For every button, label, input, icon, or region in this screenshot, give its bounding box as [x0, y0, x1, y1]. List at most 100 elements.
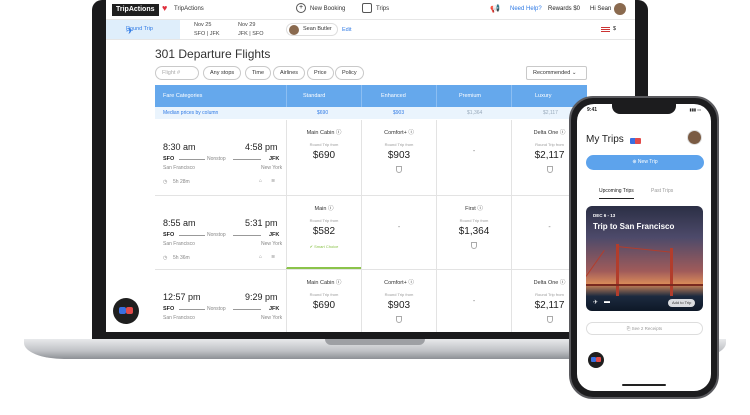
return-date[interactable]: Nov 29	[238, 22, 255, 28]
signal-battery-icon: ▮▮▮ ▭	[689, 107, 702, 112]
flight-number-search[interactable]: Flight #	[155, 66, 199, 80]
chat-icon-accent	[126, 307, 133, 314]
column-enhanced[interactable]: Enhanced	[381, 93, 406, 99]
median-price-standard: $690	[317, 110, 329, 116]
fare-price: $690	[312, 150, 336, 161]
fare-cell-premium: -	[436, 120, 511, 195]
traveler-avatar	[289, 25, 299, 35]
arrive-time: 9:29 pm	[245, 292, 278, 302]
new-booking-link[interactable]: New Booking	[310, 6, 345, 12]
us-flag-icon[interactable]	[601, 27, 610, 33]
user-greeting[interactable]: Hi Sean	[590, 6, 611, 12]
see-receipts-button[interactable]: ⎘ See 2 Receipts	[586, 322, 703, 335]
policy-filter[interactable]: Policy	[335, 66, 364, 80]
fare-price: $690	[312, 300, 336, 311]
fare-categories-label: Fare Categories	[163, 93, 203, 99]
duration: 5h 36m	[173, 255, 190, 261]
fare-cell-standard[interactable]: Main Cabin ⓘ Round Trip from $690	[286, 120, 361, 195]
round-trip-from: Round Trip from	[309, 292, 339, 297]
fare-cell-standard[interactable]: Main ⓘ Round Trip from $582 ✔ Smart Choi…	[286, 196, 361, 269]
add-to-trip-button[interactable]: Add to Trip	[668, 299, 696, 307]
destination-city: New York	[261, 241, 283, 247]
arrive-time: 4:58 pm	[245, 142, 278, 152]
divider	[286, 85, 287, 107]
round-trip-toggle[interactable]: ✈ Round Trip	[106, 20, 180, 39]
chat-button[interactable]	[113, 298, 139, 324]
fare-price: $582	[312, 226, 336, 237]
currency-select[interactable]: $	[613, 26, 616, 32]
megaphone-icon[interactable]: 📢	[490, 4, 500, 13]
fare-cell-premium[interactable]: First ⓘ Round Trip from $1,364	[436, 196, 511, 269]
cabin-name: Comfort+ ⓘ	[384, 130, 414, 136]
airlines-filter[interactable]: Airlines	[273, 66, 306, 80]
flight-row[interactable]: 8:30 am 4:58 pm SFO Nonstop JFK San Fran…	[155, 120, 587, 196]
column-luxury[interactable]: Luxury	[535, 93, 552, 99]
flight-row[interactable]: 8:55 am 5:31 pm SFO Nonstop JFK San Fran…	[155, 196, 587, 270]
round-trip-from: Round Trip from	[309, 218, 339, 223]
tab-past-trips[interactable]: Past Trips	[651, 188, 673, 194]
flight-row[interactable]: 12:57 pm 9:29 pm SFO Nonstop JFK San Fra…	[155, 270, 587, 332]
outbound-date[interactable]: Nov 25	[194, 22, 211, 28]
return-route[interactable]: JFK | SFO	[238, 31, 264, 37]
price-filter[interactable]: Price	[307, 66, 334, 80]
bridge-deck	[586, 284, 703, 286]
route-line	[179, 159, 205, 160]
airplane-icon: ✈	[593, 300, 599, 306]
round-trip-from: Round Trip from	[384, 292, 414, 297]
rewards-balance[interactable]: Rewards $0	[548, 6, 580, 12]
trip-title: Trip to San Francisco	[593, 222, 675, 231]
arrive-time: 5:31 pm	[245, 218, 278, 228]
bridge-tower	[670, 248, 673, 296]
bed-icon: ▬	[604, 299, 610, 305]
new-trip-button[interactable]: ⊕ New Trip	[586, 155, 704, 170]
bridge-cable	[586, 250, 605, 277]
chat-icon-accent	[596, 357, 601, 362]
home-indicator	[622, 384, 666, 386]
help-link[interactable]: Need Help?	[510, 6, 542, 12]
stops-filter[interactable]: Any stops	[203, 66, 242, 80]
brand-mark-red	[635, 138, 641, 144]
column-premium[interactable]: Premium	[459, 93, 481, 99]
clock-icon: ◷	[163, 255, 168, 261]
wifi-icon: ≋	[271, 178, 276, 184]
trip-card[interactable]: DEC 6 - 13 Trip to San Francisco ✈ ▬ Add…	[586, 206, 703, 311]
duration: 5h 28m	[173, 179, 190, 185]
top-nav: TripActions ♥ TripActions + New Booking …	[106, 0, 635, 20]
time-filter[interactable]: Time	[245, 66, 272, 80]
outbound-route[interactable]: SFO | JFK	[194, 31, 220, 37]
bridge-tower	[616, 244, 619, 296]
fare-cell-premium: -	[436, 270, 511, 332]
no-fare-dash: -	[472, 148, 476, 155]
route-line	[233, 309, 261, 310]
median-price-premium: $1,364	[467, 110, 483, 116]
median-prices-row: Median prices by column $690 $903 $1,364…	[155, 107, 587, 119]
round-trip-from: Round Trip from	[384, 142, 414, 147]
origin-code: SFO	[163, 156, 175, 162]
heart-icon: ♥	[162, 3, 168, 13]
fare-cell-enhanced[interactable]: Comfort+ ⓘ Round Trip from $903	[361, 270, 436, 332]
trips-link[interactable]: Trips	[376, 6, 389, 12]
fare-cell-enhanced[interactable]: Comfort+ ⓘ Round Trip from $903	[361, 120, 436, 195]
column-standard[interactable]: Standard	[303, 93, 325, 99]
traveler-chip[interactable]: Sean Butler	[286, 23, 338, 36]
wifi-icon: ≋	[271, 254, 276, 260]
phone-screen: 9:41 ▮▮▮ ▭ My Trips ⊕ New Trip Upcoming …	[577, 104, 711, 391]
phone-chat-button[interactable]	[588, 352, 604, 368]
round-trip-from: Round Trip from	[459, 218, 489, 223]
tripactions-logo[interactable]: TripActions	[112, 4, 159, 16]
origin-code: SFO	[163, 232, 175, 238]
median-label: Median prices by column	[163, 110, 219, 116]
profile-avatar[interactable]	[687, 130, 702, 145]
route-line	[179, 235, 205, 236]
tab-upcoming-trips[interactable]: Upcoming Trips	[599, 188, 634, 199]
trip-dates: DEC 6 - 13	[593, 213, 616, 218]
origin-code: SFO	[163, 306, 175, 312]
fare-price: $903	[387, 300, 411, 311]
divider	[361, 85, 362, 107]
stops-label: Nonstop	[207, 306, 226, 312]
fare-cell-standard[interactable]: Main Cabin ⓘ Round Trip from $690	[286, 270, 361, 332]
edit-search-link[interactable]: Edit	[342, 27, 351, 33]
sort-dropdown[interactable]: Recommended ⌄	[526, 66, 587, 80]
policy-shield-icon	[396, 316, 402, 323]
user-avatar[interactable]	[614, 3, 626, 15]
